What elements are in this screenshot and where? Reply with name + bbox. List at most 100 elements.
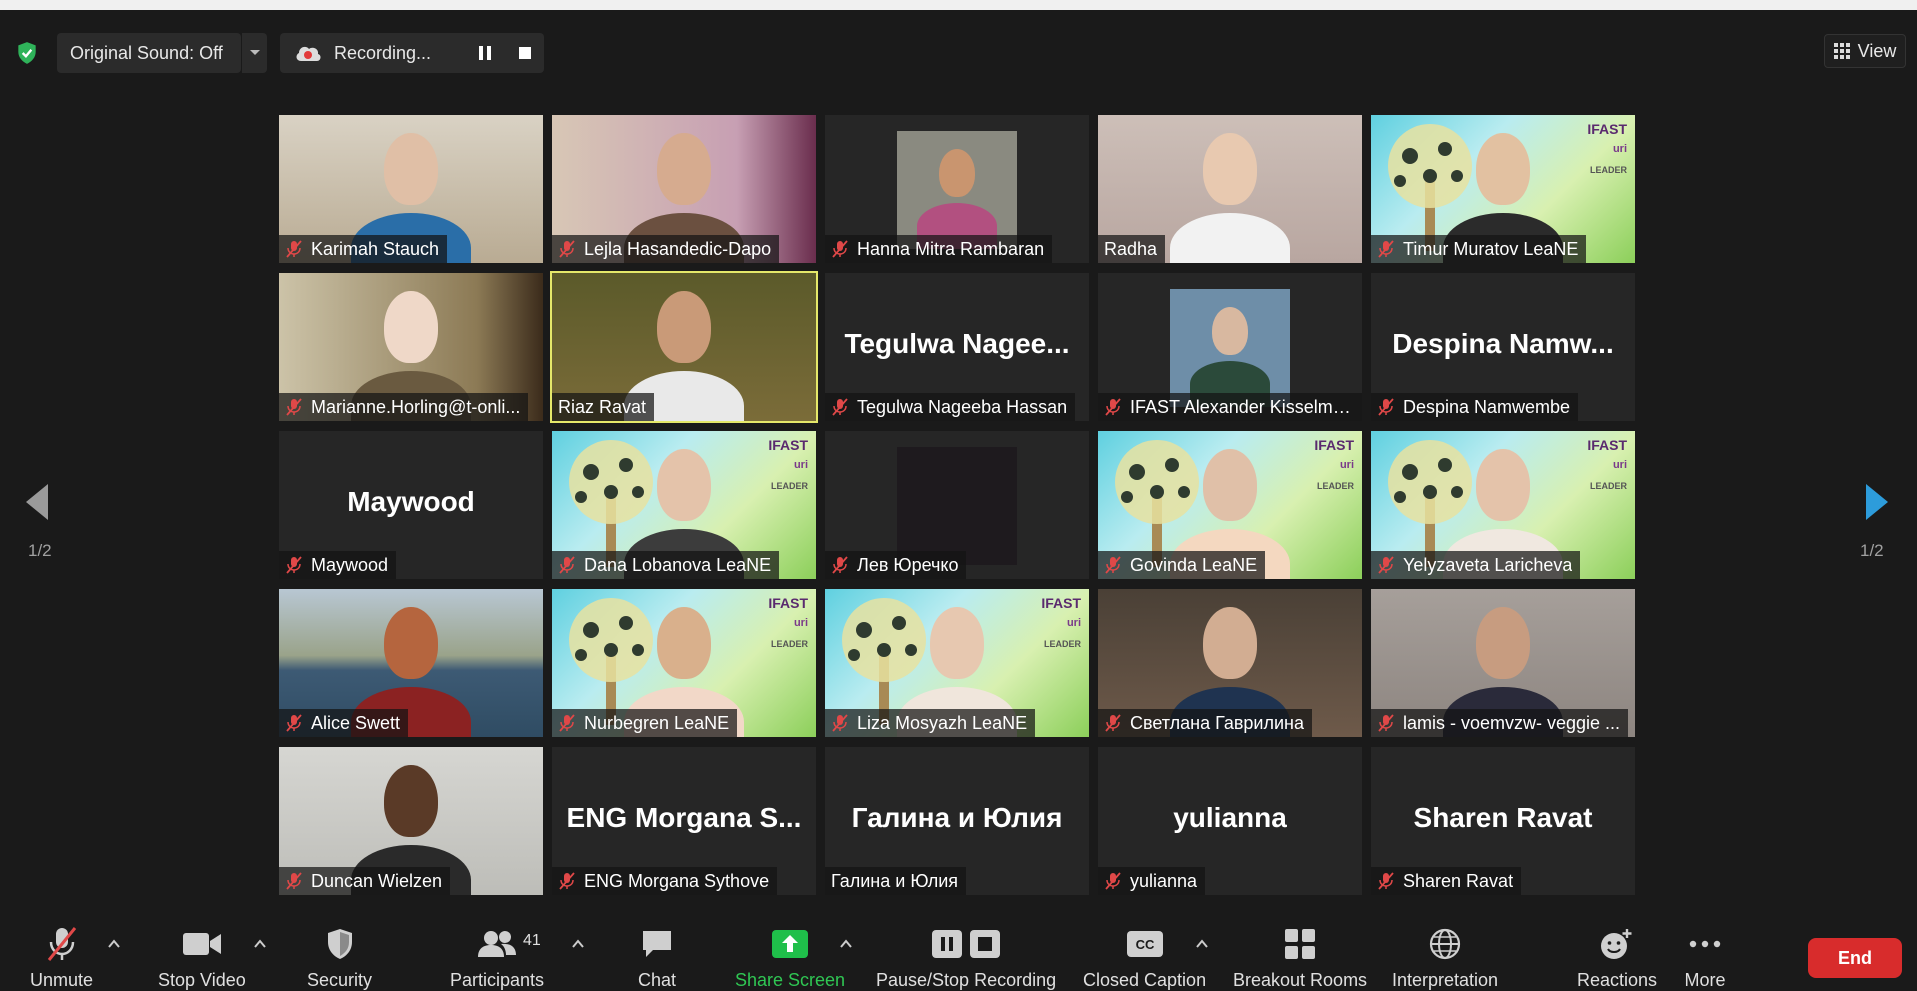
share-options-chevron-up-icon[interactable] [838, 936, 854, 952]
participant-tile[interactable]: Maywood Maywood [279, 431, 543, 579]
interpretation-button[interactable]: Interpretation [1392, 924, 1498, 991]
previous-page-arrow-icon[interactable] [22, 482, 52, 522]
microphone-muted-icon [559, 872, 575, 890]
stop-video-label: Stop Video [158, 970, 246, 990]
video-options-chevron-up-icon[interactable] [252, 936, 268, 952]
participant-tile[interactable]: Duncan Wielzen [279, 747, 543, 895]
pause-stop-recording-button[interactable]: Pause/Stop Recording [876, 924, 1056, 991]
participant-display-name: yulianna [1173, 801, 1287, 833]
microphone-muted-icon [286, 714, 302, 732]
reactions-button[interactable]: Reactions [1577, 924, 1657, 991]
microphone-muted-icon [832, 714, 848, 732]
participant-name: Maywood [311, 554, 389, 575]
breakout-rooms-icon [1285, 929, 1316, 959]
participant-tile[interactable]: Галина и Юлия Галина и Юлия [825, 747, 1089, 895]
participant-name-label: Liza Mosyazh LeaNE [825, 709, 1036, 737]
closed-caption-icon: CC [1126, 931, 1163, 957]
participant-tile[interactable]: Despina Namw... Despina Namwembe [1371, 273, 1635, 421]
participant-name-label: Nurbegren LeaNE [552, 709, 738, 737]
original-sound-dropdown[interactable] [241, 33, 267, 73]
participant-face [1476, 607, 1530, 679]
participant-tile[interactable]: Marianne.Horling@t-onli... [279, 273, 543, 421]
participant-tile[interactable]: Alice Swett [279, 589, 543, 737]
reactions-label: Reactions [1577, 970, 1658, 990]
participant-display-name: Tegulwa Nagee... [844, 327, 1070, 359]
view-button[interactable]: View [1824, 34, 1906, 68]
participant-tile[interactable]: IFAST uri LEADER Govinda LeaNE [1098, 431, 1362, 579]
security-shield-icon [327, 929, 352, 959]
participant-name-label: IFAST Alexander Kisselma... [1098, 393, 1362, 421]
participant-tile[interactable]: Lejla Hasandedic-Dapo [552, 115, 816, 263]
chat-label: Chat [637, 970, 677, 990]
recording-label: Recording... [334, 42, 432, 63]
participant-name: Sharen Ravat [1403, 870, 1514, 891]
page-indicator-left: 1/2 [28, 541, 52, 560]
participant-tile[interactable]: Tegulwa Nagee... Tegulwa Nageeba Hassan [825, 273, 1089, 421]
microphone-muted-icon [832, 240, 848, 258]
participant-display-name: ENG Morgana S... [566, 801, 802, 833]
participant-tile[interactable]: Sharen Ravat Sharen Ravat [1371, 747, 1635, 895]
breakout-rooms-button[interactable]: Breakout Rooms [1233, 924, 1367, 991]
stop-video-button[interactable]: Stop Video [158, 924, 246, 991]
participant-face [1476, 133, 1530, 205]
participant-face [930, 607, 984, 679]
original-sound-button[interactable]: Original Sound: Off [57, 33, 241, 73]
participant-silhouette [1170, 213, 1290, 263]
microphone-muted-icon [1378, 872, 1394, 890]
microphone-muted-icon [1105, 556, 1121, 574]
stop-recording-button[interactable] [514, 42, 536, 64]
closed-caption-button[interactable]: CC Closed Caption [1083, 924, 1206, 991]
microphone-muted-icon [1105, 872, 1121, 890]
participant-face [1476, 449, 1530, 521]
participant-name-label: Sharen Ravat [1371, 867, 1522, 895]
participant-display-name: Maywood [347, 485, 475, 517]
participant-name-label: Лев Юречко [825, 551, 967, 579]
participant-tile[interactable]: IFAST uri LEADER Nurbegren LeaNE [552, 589, 816, 737]
unmute-button[interactable]: Unmute [30, 924, 93, 991]
participant-tile[interactable]: IFAST uri LEADER Liza Mosyazh LeaNE [825, 589, 1089, 737]
participant-name: Yelyzaveta Laricheva [1403, 554, 1573, 575]
participant-tile[interactable]: Светлана Гаврилина [1098, 589, 1362, 737]
participant-tile[interactable]: Radha [1098, 115, 1362, 263]
participant-name-label: Tegulwa Nageeba Hassan [825, 393, 1076, 421]
globe-icon [1429, 928, 1461, 960]
pause-recording-button[interactable] [474, 42, 496, 64]
more-button[interactable]: More [1683, 924, 1727, 991]
participant-name-label: yulianna [1098, 867, 1206, 895]
participant-tile[interactable]: Riaz Ravat [550, 271, 818, 423]
participant-tile[interactable]: IFAST Alexander Kisselma... [1098, 273, 1362, 421]
participant-face [1203, 607, 1257, 679]
chevron-down-icon [249, 50, 260, 55]
participant-name: Hanna Mitra Rambaran [857, 238, 1045, 259]
recording-indicator: Recording... [280, 33, 544, 73]
caption-options-chevron-up-icon[interactable] [1194, 936, 1210, 952]
participant-tile[interactable]: IFAST uri LEADER Yelyzaveta Laricheva [1371, 431, 1635, 579]
participant-name-label: Timur Muratov LeaNE [1371, 235, 1587, 263]
next-page-arrow-icon[interactable] [1862, 482, 1892, 522]
participant-tile[interactable]: IFAST uri LEADER Timur Muratov LeaNE [1371, 115, 1635, 263]
audio-options-chevron-up-icon[interactable] [106, 936, 122, 952]
participant-tile[interactable]: Лев Юречко [825, 431, 1089, 579]
chat-button[interactable]: Chat [635, 924, 679, 991]
participant-display-name: Sharen Ravat [1413, 801, 1593, 833]
participant-tile[interactable]: ENG Morgana S... ENG Morgana Sythove [552, 747, 816, 895]
end-meeting-button[interactable]: End [1808, 938, 1902, 978]
participant-display-name: Despina Namw... [1392, 327, 1614, 359]
participant-face [1203, 133, 1257, 205]
microphone-muted-icon [1378, 398, 1394, 416]
participant-tile[interactable]: Hanna Mitra Rambaran [825, 115, 1089, 263]
participant-name-label: Dana Lobanova LeaNE [552, 551, 780, 579]
participant-name: yulianna [1130, 870, 1198, 891]
participant-tile[interactable]: yulianna yulianna [1098, 747, 1362, 895]
share-screen-button[interactable]: Share Screen [735, 924, 845, 991]
participant-tile[interactable]: IFAST uri LEADER Dana Lobanova LeaNE [552, 431, 816, 579]
security-button[interactable]: Security [307, 924, 372, 991]
chat-bubble-icon [643, 931, 671, 957]
encryption-shield-icon[interactable] [14, 40, 40, 66]
participant-name: IFAST Alexander Kisselma... [1130, 396, 1354, 417]
microphone-muted-icon [47, 927, 76, 961]
participant-name-label: Maywood [279, 551, 397, 579]
participant-tile[interactable]: Karimah Stauch [279, 115, 543, 263]
participants-options-chevron-up-icon[interactable] [570, 936, 586, 952]
participant-tile[interactable]: lamis - voemvzw- veggie ... [1371, 589, 1635, 737]
